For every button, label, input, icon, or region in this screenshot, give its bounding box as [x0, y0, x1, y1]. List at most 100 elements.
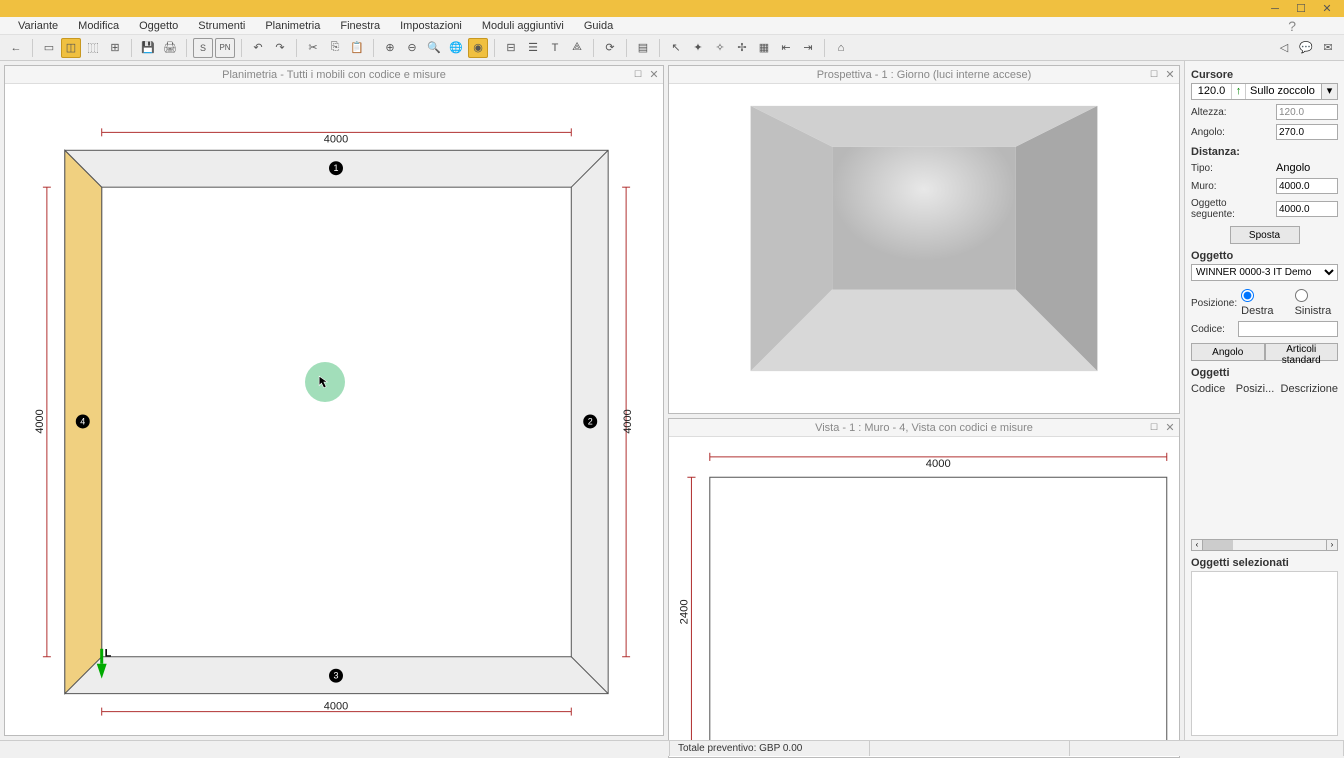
- pointer-icon[interactable]: ↖: [666, 38, 686, 58]
- chat-icon[interactable]: 💬: [1296, 38, 1316, 58]
- arrow-up-icon: ↑: [1232, 84, 1246, 99]
- articoli-button[interactable]: Articoli standard: [1265, 343, 1339, 361]
- chevron-down-icon[interactable]: ▾: [1321, 84, 1337, 99]
- maximize-button[interactable]: ☐: [1288, 1, 1314, 16]
- snap3-icon[interactable]: ✢: [732, 38, 752, 58]
- dim1-icon[interactable]: ⇤: [776, 38, 796, 58]
- codice-input[interactable]: [1238, 321, 1338, 337]
- menu-strumenti[interactable]: Strumenti: [188, 18, 255, 34]
- scroll-left-icon[interactable]: ‹: [1191, 539, 1203, 551]
- menu-modifica[interactable]: Modifica: [68, 18, 129, 34]
- svg-text:4000: 4000: [926, 458, 951, 470]
- muro-input[interactable]: [1276, 178, 1338, 194]
- scroll-right-icon[interactable]: ›: [1326, 539, 1338, 551]
- oggetto-heading: Oggetto: [1191, 250, 1338, 262]
- oggetti-table-body[interactable]: [1191, 397, 1338, 537]
- oggetto-seguente-label: Oggetto seguente:: [1191, 198, 1272, 220]
- s-icon[interactable]: S: [193, 38, 213, 58]
- panel-close-icon[interactable]: ✕: [1163, 67, 1177, 81]
- zoom-in-icon[interactable]: ⊕: [380, 38, 400, 58]
- status-blank1: [870, 741, 1070, 756]
- save-icon[interactable]: 💾: [138, 38, 158, 58]
- svg-text:3: 3: [333, 671, 338, 681]
- zoom-area-icon[interactable]: 🔍: [424, 38, 444, 58]
- svg-text:2400: 2400: [678, 600, 690, 625]
- altezza-input[interactable]: [1276, 104, 1338, 120]
- altezza-label: Altezza:: [1191, 107, 1272, 118]
- wall-icon[interactable]: ⌂: [831, 38, 851, 58]
- oggetti-selezionati-box[interactable]: [1191, 571, 1338, 736]
- distanza-heading: Distanza:: [1191, 146, 1338, 158]
- oggetti-scrollbar[interactable]: ‹ ›: [1191, 539, 1338, 551]
- floorplan-title: Planimetria - Tutti i mobili con codice …: [5, 66, 663, 84]
- status-totale: Totale preventivo: GBP 0.00: [670, 741, 870, 756]
- dim2-icon[interactable]: ⇥: [798, 38, 818, 58]
- panel-maximize-icon[interactable]: ☐: [1147, 420, 1161, 434]
- angolo-input[interactable]: [1276, 124, 1338, 140]
- print-icon[interactable]: 🖨: [160, 38, 180, 58]
- menu-variante[interactable]: Variante: [8, 18, 68, 34]
- refresh-icon[interactable]: ⟳: [600, 38, 620, 58]
- tool-a-icon[interactable]: ⊟: [501, 38, 521, 58]
- panel-maximize-icon[interactable]: ☐: [631, 67, 645, 81]
- oggetto-seguente-input[interactable]: [1276, 201, 1338, 217]
- layout2-icon[interactable]: ◫: [61, 38, 81, 58]
- menu-impostazioni[interactable]: Impostazioni: [390, 18, 472, 34]
- menu-finestra[interactable]: Finestra: [330, 18, 390, 34]
- snap2-icon[interactable]: ✧: [710, 38, 730, 58]
- redo-icon[interactable]: ↷: [270, 38, 290, 58]
- elevation-canvas[interactable]: 4000 2400: [669, 437, 1179, 756]
- help-icon[interactable]: ?: [1288, 18, 1296, 34]
- globe-icon[interactable]: 🌐: [446, 38, 466, 58]
- perspective-title-text: Prospettiva - 1 : Giorno (luci interne a…: [817, 69, 1032, 81]
- close-button[interactable]: ✕: [1314, 1, 1340, 16]
- layout1-icon[interactable]: ▭: [39, 38, 59, 58]
- svg-text:4000: 4000: [622, 409, 634, 433]
- menu-planimetria[interactable]: Planimetria: [255, 18, 330, 34]
- layout3-icon[interactable]: ⿲: [83, 38, 103, 58]
- oggetti-table-header: Codice Posizi... Descrizione: [1191, 383, 1338, 395]
- elevation-title-text: Vista - 1 : Muro - 4, Vista con codici e…: [815, 422, 1033, 434]
- elevation-title: Vista - 1 : Muro - 4, Vista con codici e…: [669, 419, 1179, 437]
- layout4-icon[interactable]: ⊞: [105, 38, 125, 58]
- oggetti-selezionati-heading: Oggetti selezionati: [1191, 557, 1338, 569]
- grid-icon[interactable]: ▦: [754, 38, 774, 58]
- mail-icon[interactable]: ✉: [1318, 38, 1338, 58]
- back-icon[interactable]: ←: [6, 38, 26, 58]
- tool-d-icon[interactable]: ⟁: [567, 38, 587, 58]
- panel-close-icon[interactable]: ✕: [647, 67, 661, 81]
- angolo-label: Angolo:: [1191, 127, 1272, 138]
- panel-maximize-icon[interactable]: ☐: [1147, 67, 1161, 81]
- radio-sinistra[interactable]: Sinistra: [1295, 289, 1338, 317]
- flag-icon[interactable]: ◁: [1274, 38, 1294, 58]
- paste-icon[interactable]: 📋: [347, 38, 367, 58]
- undo-icon[interactable]: ↶: [248, 38, 268, 58]
- panel-close-icon[interactable]: ✕: [1163, 420, 1177, 434]
- cursore-heading: Cursore: [1191, 69, 1338, 81]
- pn-icon[interactable]: PN: [215, 38, 235, 58]
- tipo-label: Tipo:: [1191, 163, 1272, 174]
- sidebar: Cursore 120.0 ↑ Sullo zoccolo ▾ Altezza:…: [1184, 61, 1344, 740]
- posizione-label: Posizione:: [1191, 298, 1237, 309]
- list-icon[interactable]: ▤: [633, 38, 653, 58]
- sposta-button[interactable]: Sposta: [1230, 226, 1300, 244]
- angolo-button[interactable]: Angolo: [1191, 343, 1265, 361]
- radio-destra[interactable]: Destra: [1241, 289, 1284, 317]
- tool-b-icon[interactable]: ☰: [523, 38, 543, 58]
- perspective-panel: Prospettiva - 1 : Giorno (luci interne a…: [668, 65, 1180, 414]
- tool-c-icon[interactable]: T: [545, 38, 565, 58]
- perspective-canvas[interactable]: [669, 84, 1179, 413]
- floorplan-canvas[interactable]: 1 2 3 4 4000 4000: [5, 84, 663, 735]
- copy-icon[interactable]: ⎘: [325, 38, 345, 58]
- catalog-select[interactable]: WINNER 0000-3 IT Demo: [1191, 264, 1338, 281]
- menu-guida[interactable]: Guida: [574, 18, 623, 34]
- menu-oggetto[interactable]: Oggetto: [129, 18, 188, 34]
- menu-moduli[interactable]: Moduli aggiuntivi: [472, 18, 574, 34]
- minimize-button[interactable]: ─: [1262, 1, 1288, 16]
- snap1-icon[interactable]: ✦: [688, 38, 708, 58]
- cursor-mode-select[interactable]: 120.0 ↑ Sullo zoccolo ▾: [1191, 83, 1338, 100]
- cut-icon[interactable]: ✂: [303, 38, 323, 58]
- render-icon[interactable]: ◉: [468, 38, 488, 58]
- svg-text:4000: 4000: [324, 701, 348, 713]
- zoom-out-icon[interactable]: ⊖: [402, 38, 422, 58]
